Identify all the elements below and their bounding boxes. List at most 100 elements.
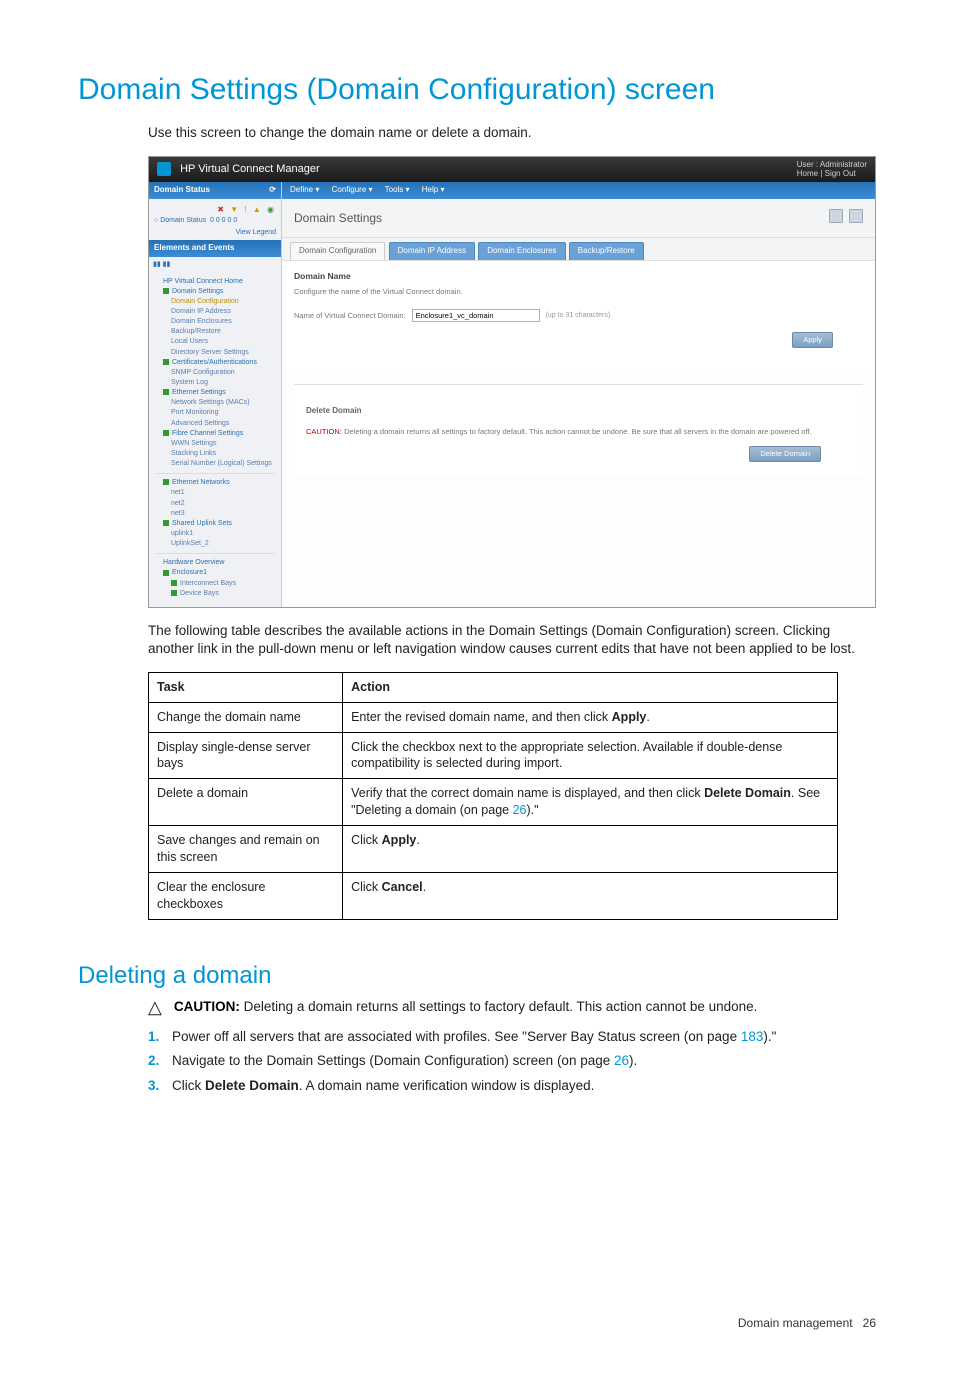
tree-item[interactable]: System Log <box>171 378 275 388</box>
panel-heading: Domain Name <box>294 271 863 282</box>
sidebar-status-body: ✖ ▼ ! ▲ ◉ ○ Domain Status 0 0 0 0 0 View… <box>149 199 281 241</box>
main-panel-title: Domain Settings <box>294 210 382 226</box>
status-warn3-icon: ▲ <box>253 205 263 214</box>
domain-name-label: Name of Virtual Connect Domain: <box>294 311 406 321</box>
tree-item[interactable]: uplink1 <box>171 529 275 539</box>
status-square-icon <box>171 580 177 586</box>
tree-item[interactable]: net1 <box>171 488 275 498</box>
app-title: HP Virtual Connect Manager <box>180 163 320 175</box>
tree-item[interactable]: Advanced Settings <box>171 419 275 429</box>
domain-name-input[interactable] <box>412 309 540 322</box>
caution-text: Deleting a domain returns all settings t… <box>344 427 812 436</box>
embedded-screenshot: HP Virtual Connect Manager User : Admini… <box>148 156 876 608</box>
sidebar-tabs[interactable]: ▮▮ ▮▮ <box>149 257 281 272</box>
tab-backup-restore[interactable]: Backup/Restore <box>569 242 644 260</box>
sidebar-elements-header: Elements and Events <box>149 240 281 257</box>
tree-item[interactable]: Certificates/Authentications <box>172 359 257 366</box>
status-warn2-icon: ! <box>244 205 248 214</box>
tree-item[interactable]: Interconnect Bays <box>180 580 236 587</box>
table-header-action: Action <box>343 672 838 702</box>
status-square-icon <box>163 288 169 294</box>
tree-item[interactable]: Network Settings (MACs) <box>171 398 275 408</box>
status-ok-icon: ◉ <box>267 205 276 214</box>
tree-item[interactable]: Domain Enclosures <box>171 317 275 327</box>
tree-item[interactable]: net2 <box>171 499 275 509</box>
tree-item[interactable]: Ethernet Settings <box>172 389 226 396</box>
steps-list: Power off all servers that are associate… <box>148 1028 876 1095</box>
panel-subtext: Configure the name of the Virtual Connec… <box>294 287 863 297</box>
table-row: Clear the enclosure checkboxes Click Can… <box>149 872 838 919</box>
table-header-task: Task <box>149 672 343 702</box>
tree-item[interactable]: Device Bays <box>180 590 219 597</box>
intro-text: Use this screen to change the domain nam… <box>148 124 876 142</box>
tab-domain-enclosures[interactable]: Domain Enclosures <box>478 242 565 260</box>
refresh-icon[interactable]: ⟳ <box>269 185 276 196</box>
status-square-icon <box>163 359 169 365</box>
section-heading: Deleting a domain <box>78 960 876 992</box>
tree-item[interactable]: Domain Settings <box>172 288 223 295</box>
user-links[interactable]: User : Administrator Home | Sign Out <box>797 160 867 179</box>
tree-item[interactable]: Backup/Restore <box>171 327 275 337</box>
tree-item[interactable]: Fibre Channel Settings <box>172 430 243 437</box>
tree-item[interactable]: Shared Uplink Sets <box>172 520 232 527</box>
menu-help[interactable]: Help ▾ <box>422 185 445 194</box>
tree-item[interactable]: Directory Server Settings <box>171 348 275 358</box>
sidebar-status-header: Domain Status ⟳ <box>149 182 281 199</box>
status-square-icon <box>163 520 169 526</box>
tree-item[interactable]: Hardware Overview <box>163 558 275 568</box>
caution-triangle-icon: △ <box>148 998 162 1016</box>
tree-item[interactable]: Serial Number (Logical) Settings <box>171 459 275 469</box>
delete-domain-button[interactable]: Delete Domain <box>749 446 821 462</box>
print-icon[interactable] <box>829 209 843 223</box>
sidebar-tree: HP Virtual Connect Home Domain Settings … <box>149 273 281 607</box>
status-square-icon <box>163 430 169 436</box>
page-link[interactable]: 183 <box>741 1029 764 1044</box>
step-item: Power off all servers that are associate… <box>172 1028 876 1046</box>
step-item: Navigate to the Domain Settings (Domain … <box>172 1052 876 1070</box>
panel-heading: Delete Domain <box>306 406 851 417</box>
page-heading: Domain Settings (Domain Configuration) s… <box>78 70 876 111</box>
menu-configure[interactable]: Configure ▾ <box>332 185 373 194</box>
actions-table: Task Action Change the domain name Enter… <box>148 672 838 920</box>
step-item: Click Delete Domain. A domain name verif… <box>172 1077 876 1095</box>
page-footer: Domain management 26 <box>78 1315 876 1331</box>
menu-define[interactable]: Define ▾ <box>290 185 319 194</box>
tree-item[interactable]: HP Virtual Connect Home <box>163 277 275 287</box>
status-critical-icon: ✖ <box>217 205 226 214</box>
table-row: Save changes and remain on this screen C… <box>149 826 838 873</box>
status-square-icon <box>163 389 169 395</box>
tree-item[interactable]: Ethernet Networks <box>172 479 230 486</box>
caution-text: Deleting a domain returns all settings t… <box>244 999 758 1014</box>
page-link[interactable]: 26 <box>614 1053 629 1068</box>
tree-item[interactable]: Domain IP Address <box>171 307 275 317</box>
top-menubar[interactable]: Define ▾ Configure ▾ Tools ▾ Help ▾ <box>282 182 875 199</box>
help-icon[interactable] <box>849 209 863 223</box>
table-row: Change the domain name Enter the revised… <box>149 702 838 732</box>
hp-logo-icon <box>157 162 171 176</box>
status-square-icon <box>171 590 177 596</box>
tree-item[interactable]: Enclosure1 <box>172 569 207 576</box>
tree-item[interactable]: SNMP Configuration <box>171 368 275 378</box>
view-legend-link[interactable]: View Legend <box>154 228 276 237</box>
status-square-icon <box>163 479 169 485</box>
table-row: Display single-dense server bays Click t… <box>149 732 838 779</box>
tree-item[interactable]: net3 <box>171 509 275 519</box>
tree-item[interactable]: UplinkSet_2 <box>171 539 275 549</box>
caution-label: CAUTION: <box>306 427 342 436</box>
tab-domain-ip[interactable]: Domain IP Address <box>389 242 475 260</box>
delete-domain-panel: Delete Domain CAUTION: Deleting a domain… <box>294 384 863 476</box>
tree-item[interactable]: Local Users <box>171 337 275 347</box>
main-tabs: Domain Configuration Domain IP Address D… <box>282 238 875 260</box>
body-paragraph: The following table describes the availa… <box>148 622 876 658</box>
table-row: Delete a domain Verify that the correct … <box>149 779 838 826</box>
caution-block: △ CAUTION: Deleting a domain returns all… <box>148 998 876 1016</box>
page-link[interactable]: 26 <box>513 803 527 817</box>
domain-name-panel: Domain Name Configure the name of the Vi… <box>282 260 875 371</box>
tree-item[interactable]: Stacking Links <box>171 449 275 459</box>
apply-button[interactable]: Apply <box>792 332 833 348</box>
tab-domain-configuration[interactable]: Domain Configuration <box>290 242 385 260</box>
menu-tools[interactable]: Tools ▾ <box>385 185 410 194</box>
tree-item-selected[interactable]: Domain Configuration <box>171 297 275 307</box>
tree-item[interactable]: Port Monitoring <box>171 408 275 418</box>
tree-item[interactable]: WWN Settings <box>171 439 275 449</box>
